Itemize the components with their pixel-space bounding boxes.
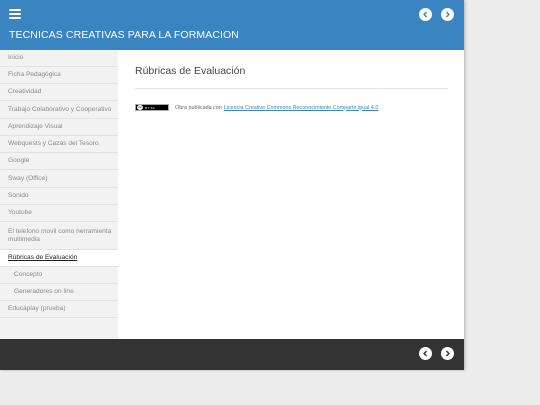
page-container: TECNICAS CREATIVAS PARA LA FORMACION Ini…	[0, 0, 464, 370]
page-title: Rúbricas de Evaluación	[135, 65, 246, 77]
chevron-right-icon	[445, 350, 450, 357]
sidebar-item-concepto[interactable]: Concepto	[0, 267, 118, 284]
creative-commons-by-sa-icon[interactable]: cc BY SA	[135, 104, 169, 111]
footer-next-page-button[interactable]	[441, 347, 454, 360]
license-link[interactable]: Licencia Creative Commons Reconocimiento…	[224, 105, 379, 111]
footer-bar	[0, 339, 464, 370]
chevron-right-icon	[445, 11, 450, 18]
sidebar-item-generadores[interactable]: Generadores on line	[0, 284, 118, 301]
sidebar-item-creatividad[interactable]: Creatividad	[0, 84, 118, 101]
sidebar-item-sway[interactable]: Sway (Office)	[0, 170, 118, 188]
sidebar-item-youtube[interactable]: Youtube	[0, 205, 118, 222]
main-content: Rúbricas de Evaluación cc BY SA Obra pub…	[118, 50, 464, 339]
hamburger-icon[interactable]	[9, 9, 21, 19]
sidebar-item-webquests[interactable]: Webquests y Cazas del Tesoro	[0, 136, 118, 153]
sidebar-item-ficha-pedagogica[interactable]: Ficha Pedagógica	[0, 67, 118, 84]
sidebar-item-aprendizaje-visual[interactable]: Aprendizaje Visual	[0, 119, 118, 136]
license-prefix: Obra publicada con	[175, 104, 222, 111]
sidebar-item-trabajo-colaborativo[interactable]: Trabajo Colaborativo y Cooperativo	[0, 101, 118, 119]
prev-page-button[interactable]	[419, 8, 432, 21]
chevron-left-icon	[423, 350, 428, 357]
sidebar-item-educaplay[interactable]: Educaplay (prueba)	[0, 301, 118, 318]
chevron-left-icon	[423, 11, 428, 18]
sidebar-item-inicio[interactable]: Inicio	[0, 50, 118, 67]
next-page-button[interactable]	[441, 8, 454, 21]
sidebar-item-telefono-movil[interactable]: El telefono movil como herramienta multi…	[0, 222, 118, 250]
sidebar-item-google[interactable]: Google	[0, 153, 118, 170]
cc-badge-text: BY SA	[145, 105, 155, 110]
license-notice: cc BY SA Obra publicada con Licencia Cre…	[135, 104, 378, 111]
footer-prev-page-button[interactable]	[419, 347, 432, 360]
header-bar: TECNICAS CREATIVAS PARA LA FORMACION	[0, 0, 464, 50]
sidebar-item-sonido[interactable]: Sonido	[0, 188, 118, 205]
title-divider	[135, 88, 448, 89]
sidebar-nav: Inicio Ficha Pedagógica Creatividad Trab…	[0, 50, 118, 339]
sidebar-item-rubricas[interactable]: Rúbricas de Evaluación	[0, 250, 118, 267]
site-title[interactable]: TECNICAS CREATIVAS PARA LA FORMACION	[9, 29, 239, 41]
